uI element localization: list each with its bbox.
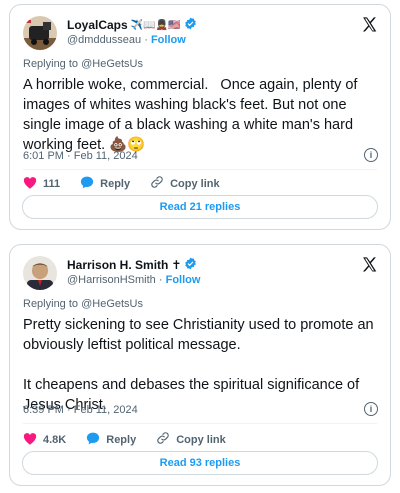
display-name[interactable]: LoyalCaps [67, 18, 128, 32]
timestamp[interactable]: 6:01 PM · Feb 11, 2024 [23, 150, 138, 162]
follow-button[interactable]: Follow [151, 34, 186, 46]
like-button[interactable]: 4.8K [23, 432, 66, 448]
tweet-card-1[interactable]: LoyalCaps ✈️📖💂🇺🇸 @dmddusseau · Follow Re… [9, 4, 391, 230]
divider [23, 169, 377, 170]
heart-icon [23, 432, 37, 448]
reply-mention-link[interactable]: @HeGetsUs [81, 58, 143, 70]
handle-row: @dmddusseau · Follow [67, 34, 186, 46]
like-button[interactable]: 111 [23, 176, 60, 192]
read-replies-button[interactable]: Read 93 replies [22, 451, 378, 475]
display-name[interactable]: Harrison H. Smith [67, 258, 168, 272]
replying-to: Replying to @HeGetsUs [23, 58, 143, 70]
action-bar: 4.8K Reply Copy link [23, 431, 246, 448]
avatar[interactable] [23, 16, 57, 50]
copy-link-button[interactable]: Copy link [150, 175, 220, 192]
reply-button[interactable]: Reply [80, 176, 130, 192]
read-replies-button[interactable]: Read 21 replies [22, 195, 378, 219]
verified-badge-icon [184, 17, 197, 33]
copy-link-button[interactable]: Copy link [156, 431, 226, 448]
divider [23, 423, 377, 424]
info-icon[interactable]: i [364, 148, 378, 162]
follow-button[interactable]: Follow [166, 274, 201, 286]
link-icon [150, 175, 164, 192]
reply-bubble-icon [80, 176, 94, 192]
tweet-text: Pretty sickening to see Christianity use… [23, 317, 374, 413]
tweet-text: A horrible woke, commercial. Once again,… [23, 77, 362, 153]
reply-bubble-icon [86, 432, 100, 448]
tweet-card-2[interactable]: Harrison H. Smith ✝ @HarrisonHSmith · Fo… [9, 244, 391, 486]
timestamp[interactable]: 6:39 PM · Feb 11, 2024 [23, 404, 138, 416]
link-icon [156, 431, 170, 448]
verified-badge-icon [184, 257, 197, 273]
x-logo-icon[interactable] [361, 16, 378, 33]
author-name-row[interactable]: Harrison H. Smith ✝ [67, 257, 197, 273]
action-bar: 111 Reply Copy link [23, 175, 240, 192]
name-emojis: ✈️📖💂🇺🇸 [130, 19, 181, 31]
name-emojis: ✝ [171, 258, 182, 272]
avatar[interactable] [23, 256, 57, 290]
handle[interactable]: @dmddusseau [67, 34, 141, 46]
x-logo-icon[interactable] [361, 256, 378, 273]
reply-button[interactable]: Reply [86, 432, 136, 448]
reply-mention-link[interactable]: @HeGetsUs [81, 298, 143, 310]
author-name-row[interactable]: LoyalCaps ✈️📖💂🇺🇸 [67, 17, 197, 33]
heart-icon [23, 176, 37, 192]
like-count: 111 [43, 177, 61, 190]
handle-row: @HarrisonHSmith · Follow [67, 274, 201, 286]
like-count: 4.8K [43, 433, 67, 446]
replying-to: Replying to @HeGetsUs [23, 298, 143, 310]
info-icon[interactable]: i [364, 402, 378, 416]
handle[interactable]: @HarrisonHSmith [67, 274, 156, 286]
